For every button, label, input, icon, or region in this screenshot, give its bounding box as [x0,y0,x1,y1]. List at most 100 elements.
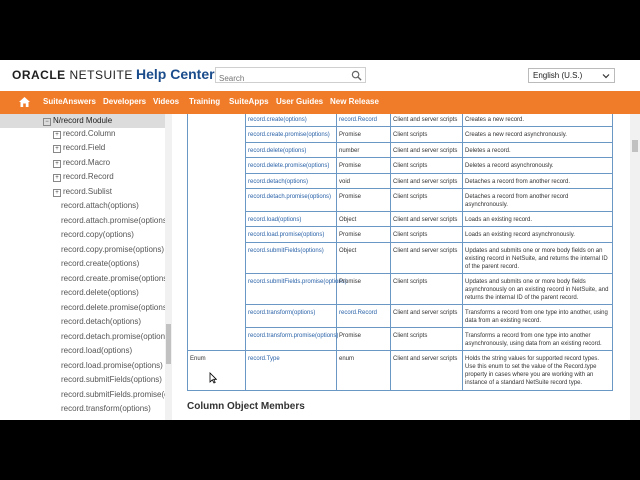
table-row: record.load(options) Object Client and ser… [187,211,613,227]
section-heading: Column Object Members [187,401,305,412]
script-type-cell: Client and server scripts [390,350,463,391]
toc-item-method[interactable]: record.copy(options) [61,230,134,244]
toc-item-object[interactable]: + record.Record [53,172,114,186]
member-name-link[interactable]: record.detach(options) [245,173,337,189]
collapse-icon[interactable]: − [43,118,51,126]
expand-icon[interactable]: + [53,131,61,139]
description-cell: Deletes a record. [462,142,613,158]
language-select[interactable]: English (U.S.) [528,68,615,83]
table-row: Enum record.Type enum Client and server scr… [187,350,613,391]
description-cell: Transforms a record from one type into a… [462,327,613,351]
script-type-cell: Client scripts [390,226,463,243]
member-name-link[interactable]: record.transform(options) [245,304,337,328]
browser-viewport: ORACLE NETSUITE Help Center English (U.S… [0,60,640,420]
return-type-cell: Object [336,211,391,227]
script-type-cell: Client and server scripts [390,173,463,189]
expand-icon[interactable]: + [53,160,61,168]
return-type-cell: Promise [336,226,391,243]
member-type-cell [187,114,246,127]
toc-item-label: record.Macro [63,158,111,167]
oracle-netsuite-logo[interactable]: ORACLE NETSUITE [12,68,133,82]
toc-item-method[interactable]: record.submitFields(options) [61,375,162,389]
mouse-cursor-icon [209,372,217,384]
script-type-cell: Client and server scripts [390,142,463,158]
toc-item-label: record.Sublist [63,187,112,196]
table-row: record.transform.promise(options) Promise… [187,327,613,351]
nav-new-release[interactable]: New Release [330,97,379,106]
table-row: record.create(options) record.Record Clien… [187,114,613,127]
toc-item-label: record.Record [63,172,114,181]
toc-item-method[interactable]: record.create(options) [61,259,139,273]
toc-item-method[interactable]: record.load(options) [61,346,132,360]
return-type-cell: Promise [336,273,391,305]
nav-user-guides[interactable]: User Guides [276,97,323,106]
main-nav: SuiteAnswers Developers Videos Training … [0,91,640,114]
script-type-cell: Client scripts [390,126,463,143]
nav-videos[interactable]: Videos [153,97,179,106]
member-name-link[interactable]: record.load(options) [245,211,337,227]
description-cell: Updates and submits one or more body fie… [462,273,613,305]
description-cell: Creates a new record. [462,114,613,127]
return-type-cell[interactable]: record.Record [336,304,391,328]
toc-item-method[interactable]: record.transform(options) [61,404,151,418]
member-name-link[interactable]: record.transform.promise(options) [245,327,338,351]
nav-developers[interactable]: Developers [103,97,146,106]
main-scrollbar-thumb[interactable] [632,140,638,152]
table-row: record.submitFields.promise(options) Prom… [187,273,613,305]
toc-item-object[interactable]: + record.Sublist [53,187,112,201]
nav-suiteapps[interactable]: SuiteApps [229,97,269,106]
toc-item-method[interactable]: record.detach.promise(options) [61,332,172,346]
description-cell: Deletes a record asynchronously. [462,157,613,174]
toc-item-method[interactable]: record.create.promise(options) [61,274,170,288]
expand-icon[interactable]: + [53,189,61,197]
toc-item-object[interactable]: + record.Field [53,143,105,157]
member-name-link[interactable]: record.submitFields(options) [245,242,337,274]
member-name-link[interactable]: record.submitFields.promise(options) [245,273,347,305]
return-type-cell[interactable]: record.Record [336,114,391,127]
member-name-link[interactable]: record.Type [245,350,337,391]
table-row: record.create.promise(options) Promise Cli… [187,126,613,143]
member-name-link[interactable]: record.delete(options) [245,142,337,158]
toc-item-method[interactable]: record.load.promise(options) [61,361,163,375]
member-name-link[interactable]: record.detach.promise(options) [245,188,337,212]
expand-icon[interactable]: + [53,174,61,182]
description-cell: Transforms a record from one type into a… [462,304,613,328]
member-name-link[interactable]: record.delete.promise(options) [245,157,337,174]
main-scrollbar[interactable] [630,114,640,420]
description-cell: Loads an existing record. [462,211,613,227]
table-row: record.delete.promise(options) Promise Cli… [187,157,613,174]
member-type-cell [187,242,246,274]
toc-item-method[interactable]: record.attach(options) [61,201,139,215]
description-cell: Holds the string values for supported re… [462,350,613,391]
return-type-cell: Promise [336,157,391,174]
toc-item-method[interactable]: record.attach.promise(options) [61,216,170,230]
search-box[interactable] [215,67,366,86]
toc-item-method[interactable]: record.delete.promise(options) [61,303,170,317]
toc-item-method[interactable]: record.detach(options) [61,317,141,331]
language-value: English (U.S.) [533,71,583,80]
toc-item-method[interactable]: record.delete(options) [61,288,139,302]
member-type-cell [187,157,246,174]
member-name-link[interactable]: record.create(options) [245,114,337,127]
toc-item-method[interactable]: record.submitFields.promise(options) [61,390,172,404]
sidebar-scrollbar-thumb[interactable] [166,324,171,364]
home-icon[interactable] [18,96,31,108]
return-type-cell: number [336,142,391,158]
toc-item-method[interactable]: record.copy.promise(options) [61,245,164,259]
expand-icon[interactable]: + [53,145,61,153]
table-row: record.detach(options) void Client and ser… [187,173,613,189]
toc-item-object[interactable]: + record.Macro [53,158,110,172]
member-name-link[interactable]: record.load.promise(options) [245,226,337,243]
sidebar-scrollbar[interactable] [165,114,172,420]
description-cell: Loads an existing record asynchronously. [462,226,613,243]
search-icon[interactable] [351,70,362,81]
search-input[interactable] [216,71,347,86]
nav-training[interactable]: Training [189,97,220,106]
toc-item-object[interactable]: + record.Column [53,129,115,143]
nav-suiteanswers[interactable]: SuiteAnswers [43,97,96,106]
toc-item-nrecord-module[interactable]: − N/record Module [0,114,167,128]
help-center-title[interactable]: Help Center [136,66,215,82]
script-type-cell: Client and server scripts [390,242,463,274]
script-type-cell: Client scripts [390,273,463,305]
member-name-link[interactable]: record.create.promise(options) [245,126,337,143]
